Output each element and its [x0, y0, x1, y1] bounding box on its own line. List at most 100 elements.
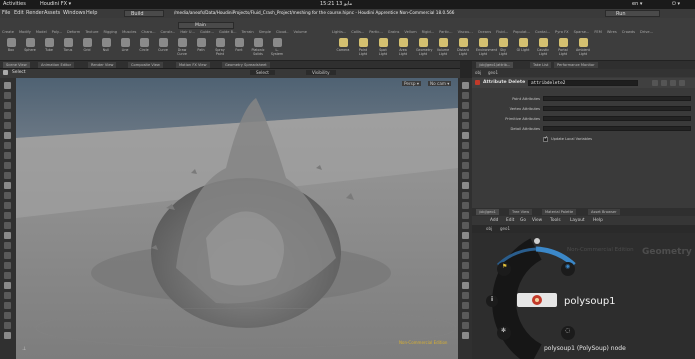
tab-network-obj-geo1[interactable]: /obj/geo1 [476, 209, 499, 215]
shelf-tool[interactable]: Geometry Light [416, 38, 432, 56]
viewport-tool-button[interactable] [462, 182, 469, 189]
shelf-tool[interactable]: Font [232, 38, 246, 52]
viewport-tool-button[interactable] [4, 172, 11, 179]
menu-view[interactable]: View [532, 218, 542, 223]
viewport-tool-button[interactable] [4, 92, 11, 99]
viewport-tool-button[interactable] [462, 132, 469, 139]
viewport-tool-button[interactable] [4, 262, 11, 269]
info-node-icon[interactable]: i [491, 296, 493, 303]
shelf-tab[interactable]: Grains [388, 30, 400, 34]
viewport-tool-button[interactable] [462, 212, 469, 219]
menu-render[interactable]: Render [26, 10, 44, 16]
viewport-tool-button[interactable] [4, 222, 11, 229]
shelf-tab[interactable]: Guide B... [219, 30, 237, 34]
shelf-tab[interactable]: Partic... [369, 30, 383, 34]
run-select[interactable]: Run [605, 10, 660, 17]
shelf-tab[interactable]: Chara... [141, 30, 155, 34]
gear-icon[interactable] [652, 80, 658, 86]
viewport-tool-button[interactable] [4, 332, 11, 339]
tab-render-view[interactable]: Render View [88, 62, 117, 68]
viewport-tool-button[interactable] [462, 252, 469, 259]
shelf-tool[interactable]: Point Light [356, 38, 370, 56]
shelf-tool[interactable]: Sky Light [496, 38, 510, 56]
shelf-tool[interactable]: Distant Light [456, 38, 470, 56]
network-view[interactable]: obj geo1 Non-Commercial Edition Geometry… [472, 225, 695, 359]
shelf-tab[interactable]: Fluid... [496, 30, 508, 34]
shelf-tab[interactable]: Hair U... [180, 30, 195, 34]
shelf-tab[interactable]: Contai... [535, 30, 550, 34]
viewport-tool-button[interactable] [4, 122, 11, 129]
shelf-tab[interactable]: Wires [607, 30, 617, 34]
shelf-tool[interactable]: Path [194, 38, 208, 52]
viewport-tool-button[interactable] [4, 252, 11, 259]
primitive-attributes-field[interactable] [543, 116, 691, 121]
shelf-tool[interactable]: Spray Paint [213, 38, 227, 56]
node-name-field[interactable]: attribdelete2 [528, 80, 638, 86]
shelf-tool[interactable]: Spot Light [376, 38, 390, 56]
viewport-tool-button[interactable] [462, 312, 469, 319]
shelf-tab[interactable]: Pyro FX [555, 30, 569, 34]
shelf-tab[interactable]: Constr... [161, 30, 176, 34]
viewport-tool-button[interactable] [4, 312, 11, 319]
language-indicator[interactable]: en ▾ [632, 1, 642, 7]
viewport-tool-button[interactable] [4, 322, 11, 329]
viewport-tool-button[interactable] [462, 152, 469, 159]
viewport-tool-button[interactable] [4, 302, 11, 309]
main-shelf-set[interactable]: Main [178, 22, 234, 29]
shelf-tool[interactable]: Portal Light [556, 38, 570, 56]
shelf-tab[interactable]: Model [36, 30, 47, 34]
shelf-tool[interactable]: Draw Curve [175, 38, 189, 56]
viewport-tool-button[interactable] [462, 272, 469, 279]
viewport-tool-button[interactable] [462, 142, 469, 149]
help-icon[interactable] [661, 80, 667, 86]
pin-icon[interactable] [679, 80, 685, 86]
update-local-variables-checkbox[interactable]: ✓ [543, 136, 548, 142]
shelf-tool[interactable]: Environment Light [476, 38, 497, 56]
shelf-tab[interactable]: Modify [19, 30, 31, 34]
shelf-tab[interactable]: Partic... [439, 30, 453, 34]
shelf-tab[interactable]: Populat... [513, 30, 530, 34]
viewport-tool-button[interactable] [462, 302, 469, 309]
vertex-attributes-field[interactable] [543, 106, 691, 111]
shelf-tool[interactable]: GI Light [516, 38, 530, 52]
shelf-tab[interactable]: Lights... [332, 30, 346, 34]
point-attributes-field[interactable] [543, 96, 691, 101]
menu-go[interactable]: Go [520, 218, 526, 223]
viewport-tool-button[interactable] [462, 102, 469, 109]
viewport-tool-button[interactable] [462, 202, 469, 209]
viewport-tool-button[interactable] [462, 332, 469, 339]
shelf-tab[interactable]: Guide... [200, 30, 214, 34]
viewport-tool-button[interactable] [4, 272, 11, 279]
shelf-tab[interactable]: Volume [294, 30, 307, 34]
shelf-tool[interactable]: Null [99, 38, 113, 52]
viewport-tool-button[interactable] [4, 242, 11, 249]
shelf-tool[interactable]: Curve [156, 38, 170, 52]
menu-help-net[interactable]: Help [593, 218, 603, 223]
no-cam-dropdown[interactable]: No cam ▾ [428, 81, 452, 86]
viewport-tool-button[interactable] [462, 322, 469, 329]
tab-motion-fx-view[interactable]: Motion FX View [176, 62, 210, 68]
bypass-icon[interactable]: ✻ [501, 327, 506, 334]
shelf-tool[interactable]: L-System [270, 38, 284, 56]
shelf-tool[interactable]: Grid [80, 38, 94, 52]
menu-add[interactable]: Add [490, 218, 498, 223]
tab-composite-view[interactable]: Composite View [128, 62, 163, 68]
viewport-tool-button[interactable] [462, 232, 469, 239]
viewport-tool-button[interactable] [462, 112, 469, 119]
shelf-tab[interactable]: Oceans [478, 30, 491, 34]
shelf-tab[interactable]: Poly... [52, 30, 62, 34]
menu-file[interactable]: File [2, 10, 10, 16]
menu-help[interactable]: Help [86, 10, 97, 16]
viewport-tool-button[interactable] [462, 242, 469, 249]
shelf-tool[interactable]: Area Light [396, 38, 410, 56]
viewport-tool-button[interactable] [462, 172, 469, 179]
shelf-tab[interactable]: FEM [594, 30, 601, 34]
shelf-tab[interactable]: Sparse... [574, 30, 590, 34]
shelf-tab[interactable]: Cloud.. [276, 30, 289, 34]
system-clock[interactable]: 15:21 13 مايو [320, 1, 352, 7]
shelf-tab[interactable]: Terrain [242, 30, 254, 34]
template-icon[interactable]: ◌ [565, 327, 570, 334]
shelf-tool[interactable]: Volume Light [436, 38, 450, 56]
desktop-select-build[interactable]: Build [124, 10, 164, 17]
viewport-tool-button[interactable] [4, 112, 11, 119]
